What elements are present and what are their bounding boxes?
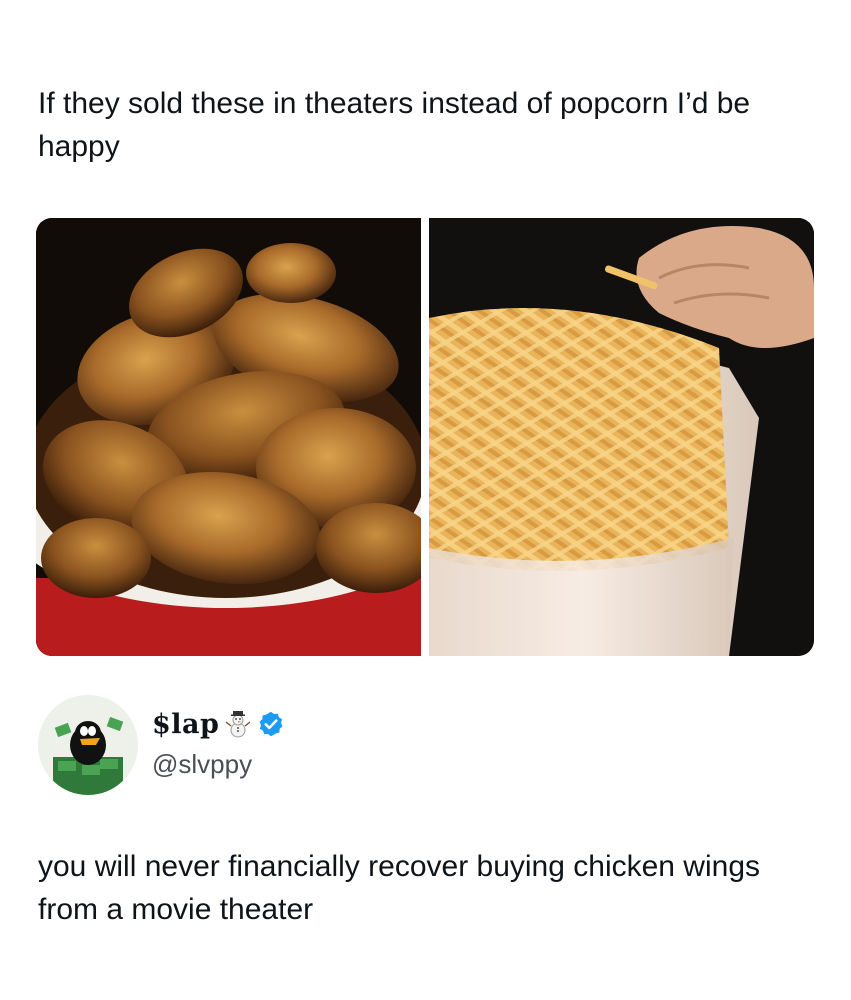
display-name[interactable]: $lap xyxy=(152,709,219,740)
reply-tweet-text: you will never financially recover buyin… xyxy=(38,850,761,926)
snowman-icon xyxy=(225,710,251,738)
user-handle[interactable]: @slvppy xyxy=(152,749,285,780)
cartoon-duck-money-avatar-icon xyxy=(38,695,138,795)
original-tweet-text: If they sold these in theaters instead o… xyxy=(38,87,751,163)
reply-author[interactable]: $lap @slvppy xyxy=(38,695,738,795)
chicken-wings-image[interactable] xyxy=(36,218,421,656)
avatar[interactable] xyxy=(38,695,138,795)
french-fries-image[interactable] xyxy=(429,218,814,656)
tweet-media[interactable] xyxy=(36,218,814,656)
verified-badge-icon xyxy=(257,710,285,738)
